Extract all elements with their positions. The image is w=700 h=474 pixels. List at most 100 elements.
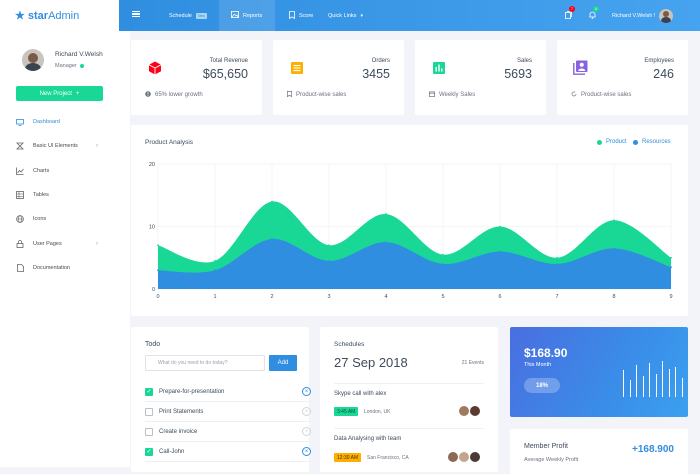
sidebar-item-label: User Pages [33,240,62,247]
sidebar-item-tables[interactable]: Tables [0,183,130,207]
remove-icon[interactable]: × [302,407,311,416]
data-point [214,269,216,272]
remove-icon[interactable]: × [302,427,311,436]
topnav-reports-label: Reports [243,12,263,19]
user-menu[interactable]: Richard V.Welsh ! [612,0,674,31]
sidebar-item-dashboard[interactable]: Dashboard [0,110,130,134]
topnav-score[interactable]: Score [289,0,313,31]
chevron-right-icon: › [96,240,98,247]
stat-footer: 65% lower growth [155,92,203,98]
brand-name-thin: Admin [48,9,80,22]
sidebar-item-basic-ui[interactable]: Basic UI Elements › [0,134,130,158]
remove-icon[interactable]: × [302,387,311,396]
data-point [670,266,672,269]
todo-item: Create invoice × [145,422,311,442]
x-tick-label: 9 [669,294,672,300]
todo-input[interactable]: What do you need to do today? [145,355,265,371]
bell-count-badge: 4 [593,6,599,12]
x-tick-label: 2 [270,294,273,300]
data-point [442,263,444,265]
star-icon: ★ [15,10,25,22]
product-analysis-card: Product Analysis Product Resources 01234… [131,125,688,316]
todo-placeholder: What do you need to do today? [158,360,228,366]
sidebar-item-documentation[interactable]: Documentation [0,256,130,280]
table-icon [16,191,24,199]
stat-value: $65,650 [202,67,248,81]
chevron-down-icon: ▾ [360,12,363,19]
month-value: $168.90 [524,346,568,360]
plus-icon: + [75,90,80,97]
todo-text: Create invoice [159,428,198,435]
data-point [271,200,273,203]
data-point [157,269,159,272]
data-point [613,247,615,250]
member-profit-card: Member Profit Average Weekly Profit +168… [510,429,688,474]
topnav-score-label: Score [299,12,314,19]
topnav-quick-links-label: Quick Links [328,12,357,19]
topnav-schedule-label: Schedule [169,12,192,19]
stat-label: Sales [516,58,532,64]
add-button[interactable]: Add [269,355,297,371]
todo-checkbox[interactable]: ✓ [145,447,153,456]
topnav-quick-links[interactable]: Quick Links ▾ [328,0,363,31]
events-count: 21 Events [461,360,484,366]
reload-icon [571,91,577,99]
new-project-button[interactable]: New Project + [16,86,103,101]
data-point [271,238,273,240]
brand-logo[interactable]: ★ star Admin [0,0,130,31]
stat-card-revenue: Total Revenue $65,650 65% lower growth [131,40,262,115]
sidebar-item-label: Charts [33,167,50,174]
x-tick-label: 5 [441,294,444,300]
mini-bar [649,362,651,397]
data-point [556,256,558,259]
todo-checkbox[interactable]: ✓ [145,387,153,396]
data-point [385,241,387,244]
sidebar-item-charts[interactable]: Charts [0,159,130,183]
todo-text: Print Statements [159,408,204,415]
avatar[interactable] [22,49,44,71]
topnav-reports[interactable]: Reports [219,0,275,31]
avatar [469,451,481,463]
data-point [385,213,387,215]
stat-label: Employees [644,58,674,64]
x-tick-label: 0 [156,294,159,300]
event-title[interactable]: Skype call with alex [334,391,386,397]
x-tick-label: 4 [384,294,387,300]
divider [334,383,484,384]
stat-card-sales: Sales 5693 Weekly Sales [415,40,546,115]
growth-pill: 18% [524,378,560,393]
profile-role: Manager [55,63,77,69]
mini-bar [642,376,644,397]
remove-icon[interactable]: × [302,447,311,456]
user-name: Richard V.Welsh ! [612,12,656,19]
event-title[interactable]: Data Analysing with team [334,436,401,442]
data-point [328,244,330,247]
copy-notification-button[interactable] [565,0,572,31]
event-place: San Francisco, CA [367,455,409,461]
topnav-schedule[interactable]: Schedule New [169,0,207,31]
todo-checkbox[interactable] [145,427,153,436]
x-tick-label: 7 [555,294,558,300]
event-time-badge: 12:30 AM [334,453,362,462]
cube-icon [147,60,162,75]
sidebar-item-user-pages[interactable]: User Pages › [0,231,130,255]
lock-icon [16,239,24,248]
todo-checkbox[interactable] [145,407,153,416]
mini-bar [623,370,625,397]
top-navbar: Schedule New Reports Score Quick Links ▾… [119,0,700,31]
data-point [499,250,501,253]
copy-icon [565,10,572,21]
member-profit-title: Member Profit [524,443,568,450]
sidebar: ★ star Admin Richard V.Welsh Manager New … [0,0,130,467]
sidebar-item-label: Dashboard [33,119,60,126]
globe-icon [16,215,24,224]
bookmark-icon [287,91,292,99]
mini-bar [655,374,657,397]
stat-value: 246 [653,67,674,81]
bell-notification-button[interactable] [589,0,596,31]
stat-card-employees: Employees 246 Product-wise sales [557,40,688,115]
sidebar-item-label: Icons [33,216,47,223]
menu-toggle-icon[interactable] [132,11,140,17]
month-label: This Month [524,362,552,368]
sidebar-item-icons[interactable]: Icons [0,207,130,231]
